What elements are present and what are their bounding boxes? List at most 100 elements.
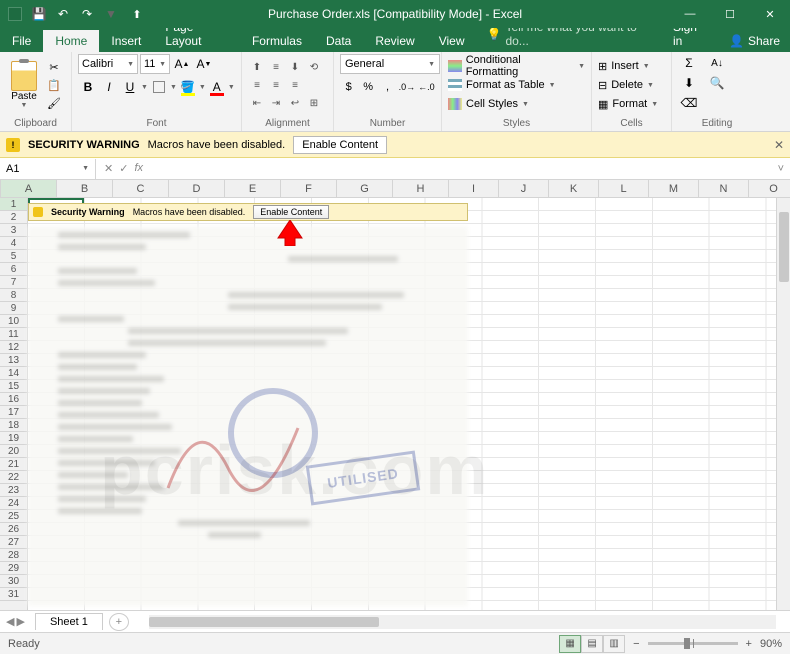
- number-format-select[interactable]: General▼: [340, 54, 440, 74]
- tab-home[interactable]: Home: [43, 30, 99, 52]
- decrease-indent-icon[interactable]: ⇤: [248, 95, 266, 111]
- row-header[interactable]: 24: [0, 497, 27, 510]
- row-header[interactable]: 30: [0, 575, 27, 588]
- row-header[interactable]: 22: [0, 471, 27, 484]
- paste-button[interactable]: Paste ▼: [6, 57, 42, 113]
- column-header[interactable]: I: [449, 180, 499, 197]
- row-header[interactable]: 3: [0, 224, 27, 237]
- font-color-button[interactable]: A: [207, 77, 227, 97]
- column-header[interactable]: M: [649, 180, 699, 197]
- embedded-enable-content-button[interactable]: Enable Content: [253, 205, 329, 219]
- row-header[interactable]: 23: [0, 484, 27, 497]
- row-header[interactable]: 28: [0, 549, 27, 562]
- cancel-formula-icon[interactable]: ✕: [104, 162, 113, 175]
- column-header[interactable]: B: [57, 180, 113, 197]
- fill-dropdown[interactable]: ▼: [199, 84, 206, 91]
- hscroll-thumb[interactable]: [149, 617, 379, 627]
- find-select-icon[interactable]: 🔍: [706, 74, 728, 92]
- row-header[interactable]: 9: [0, 302, 27, 315]
- font-size-select[interactable]: 11▼: [140, 54, 170, 74]
- border-dropdown[interactable]: ▼: [170, 84, 177, 91]
- row-header[interactable]: 27: [0, 536, 27, 549]
- column-header[interactable]: J: [499, 180, 549, 197]
- expand-formula-bar-icon[interactable]: ˅: [772, 163, 790, 175]
- copy-icon[interactable]: 📋: [45, 77, 63, 93]
- vertical-scrollbar[interactable]: [776, 198, 790, 610]
- enter-formula-icon[interactable]: ✓: [119, 162, 128, 175]
- close-button[interactable]: ✕: [750, 0, 790, 28]
- column-header[interactable]: L: [599, 180, 649, 197]
- maximize-button[interactable]: ☐: [710, 0, 750, 28]
- sort-filter-icon[interactable]: A↓: [706, 54, 728, 72]
- row-header[interactable]: 15: [0, 380, 27, 393]
- horizontal-scrollbar[interactable]: [149, 615, 776, 629]
- row-header[interactable]: 2: [0, 211, 27, 224]
- column-header[interactable]: D: [169, 180, 225, 197]
- tab-view[interactable]: View: [427, 30, 477, 52]
- tab-insert[interactable]: Insert: [99, 30, 153, 52]
- row-header[interactable]: 21: [0, 458, 27, 471]
- cells-area[interactable]: UTILISED Security Warning Macros have be…: [28, 198, 790, 610]
- insert-cells-button[interactable]: ⊞Insert▼: [598, 57, 658, 75]
- name-box[interactable]: A1▼: [0, 159, 96, 179]
- tab-data[interactable]: Data: [314, 30, 363, 52]
- page-break-view-button[interactable]: ▥: [603, 635, 625, 653]
- fill-color-button[interactable]: 🪣: [178, 77, 198, 97]
- row-header[interactable]: 4: [0, 237, 27, 250]
- row-header[interactable]: 14: [0, 367, 27, 380]
- column-header[interactable]: C: [113, 180, 169, 197]
- increase-font-icon[interactable]: A▲: [172, 54, 192, 74]
- underline-button[interactable]: U: [120, 77, 140, 97]
- tab-formulas[interactable]: Formulas: [240, 30, 314, 52]
- currency-icon[interactable]: $: [340, 77, 357, 97]
- row-header[interactable]: 10: [0, 315, 27, 328]
- column-header[interactable]: G: [337, 180, 393, 197]
- column-header[interactable]: O: [749, 180, 790, 197]
- row-header[interactable]: 5: [0, 250, 27, 263]
- align-middle-icon[interactable]: ≡: [267, 59, 285, 75]
- zoom-slider[interactable]: [648, 642, 738, 645]
- row-header[interactable]: 18: [0, 419, 27, 432]
- font-name-select[interactable]: Calibri▼: [78, 54, 138, 74]
- page-layout-view-button[interactable]: ▤: [581, 635, 603, 653]
- increase-decimal-icon[interactable]: .0→: [398, 77, 415, 97]
- align-center-icon[interactable]: ≡: [267, 77, 285, 93]
- conditional-formatting-button[interactable]: Conditional Formatting▼: [448, 57, 585, 75]
- add-sheet-button[interactable]: +: [109, 613, 129, 631]
- zoom-out-button[interactable]: −: [633, 638, 639, 650]
- column-header[interactable]: H: [393, 180, 449, 197]
- enable-content-button[interactable]: Enable Content: [293, 136, 387, 154]
- zoom-level[interactable]: 90%: [760, 638, 782, 650]
- format-cells-button[interactable]: ▦Format▼: [598, 95, 658, 113]
- scrollbar-thumb[interactable]: [779, 212, 789, 282]
- align-right-icon[interactable]: ≡: [286, 77, 304, 93]
- merge-icon[interactable]: ⊞: [305, 95, 323, 111]
- row-header[interactable]: 17: [0, 406, 27, 419]
- comma-icon[interactable]: ,: [379, 77, 396, 97]
- format-as-table-button[interactable]: Format as Table▼: [448, 76, 585, 94]
- orientation-icon[interactable]: ⟲: [305, 59, 323, 75]
- decrease-decimal-icon[interactable]: ←.0: [418, 77, 435, 97]
- column-header[interactable]: E: [225, 180, 281, 197]
- italic-button[interactable]: I: [99, 77, 119, 97]
- row-header[interactable]: 8: [0, 289, 27, 302]
- column-header[interactable]: N: [699, 180, 749, 197]
- sheet-tab-active[interactable]: Sheet 1: [35, 613, 103, 630]
- save-icon[interactable]: 💾: [28, 3, 50, 25]
- column-header[interactable]: A: [1, 180, 57, 197]
- increase-indent-icon[interactable]: ⇥: [267, 95, 285, 111]
- tab-file[interactable]: File: [0, 30, 43, 52]
- row-header[interactable]: 6: [0, 263, 27, 276]
- sheet-nav-next-icon[interactable]: ▶: [16, 615, 24, 628]
- bold-button[interactable]: B: [78, 77, 98, 97]
- zoom-in-button[interactable]: +: [746, 638, 752, 650]
- qat-dropdown-icon[interactable]: ▼: [100, 3, 122, 25]
- row-header[interactable]: 20: [0, 445, 27, 458]
- share-button[interactable]: 👤Share: [719, 30, 790, 52]
- row-header[interactable]: 16: [0, 393, 27, 406]
- row-header[interactable]: 26: [0, 523, 27, 536]
- ribbon-options-icon[interactable]: ⬆: [122, 8, 152, 21]
- font-color-dropdown[interactable]: ▼: [228, 84, 235, 91]
- cell-styles-button[interactable]: Cell Styles▼: [448, 95, 585, 113]
- security-close-icon[interactable]: ✕: [774, 138, 784, 152]
